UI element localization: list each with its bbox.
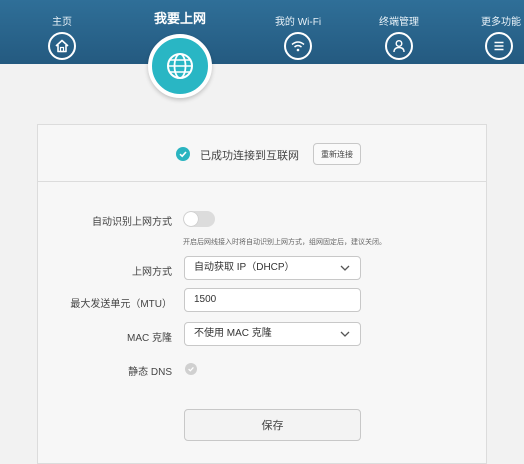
mtu-label: 最大发送单元（MTU） bbox=[70, 299, 172, 310]
nav-label-terminals: 终端管理 bbox=[379, 17, 419, 28]
connection-mode-select[interactable]: 自动获取 IP（DHCP） bbox=[184, 256, 361, 280]
chevron-down-icon bbox=[340, 265, 350, 271]
menu-icon bbox=[485, 32, 513, 60]
mac-clone-value: 不使用 MAC 克隆 bbox=[194, 328, 272, 339]
connection-status-text: 已成功连接到互联网 bbox=[200, 150, 299, 162]
mac-clone-label: MAC 克隆 bbox=[127, 333, 172, 344]
auto-detect-label: 自动识别上网方式 bbox=[92, 217, 172, 228]
nav-label-wifi: 我的 Wi-Fi bbox=[274, 17, 322, 28]
reconnect-button[interactable]: 重新连接 bbox=[313, 143, 361, 165]
auto-detect-toggle[interactable] bbox=[183, 211, 215, 227]
check-circle-icon bbox=[176, 147, 190, 161]
connection-status-row: 已成功连接到互联网 重新连接 bbox=[38, 125, 486, 182]
nav-item-internet[interactable] bbox=[148, 34, 212, 98]
nav-label-internet: 我要上网 bbox=[153, 11, 206, 26]
mtu-input[interactable]: 1500 bbox=[184, 288, 361, 312]
user-icon bbox=[385, 32, 413, 60]
connection-mode-value: 自动获取 IP（DHCP） bbox=[194, 262, 295, 273]
chevron-down-icon bbox=[340, 331, 350, 337]
save-button[interactable]: 保存 bbox=[184, 409, 361, 441]
check-icon bbox=[188, 366, 194, 372]
home-icon bbox=[48, 32, 76, 60]
auto-detect-hint: 开启后网线接入时将自动识别上网方式，组网固定后，建议关闭。 bbox=[183, 239, 386, 246]
toggle-knob bbox=[184, 212, 198, 226]
static-dns-checkbox[interactable] bbox=[185, 363, 197, 375]
globe-icon bbox=[167, 53, 193, 79]
nav-label-more: 更多功能 bbox=[481, 17, 521, 28]
mac-clone-select[interactable]: 不使用 MAC 克隆 bbox=[184, 322, 361, 346]
top-navigation: 主页 我的 Wi-Fi 终端管理 更多功能 bbox=[0, 0, 524, 64]
wifi-icon bbox=[284, 32, 312, 60]
connection-mode-label: 上网方式 bbox=[132, 267, 172, 278]
static-dns-label: 静态 DNS bbox=[128, 367, 172, 378]
nav-label-home: 主页 bbox=[52, 17, 72, 28]
internet-settings-panel: 已成功连接到互联网 重新连接 自动识别上网方式 开启后网线接入时将自动识别上网方… bbox=[37, 124, 487, 464]
